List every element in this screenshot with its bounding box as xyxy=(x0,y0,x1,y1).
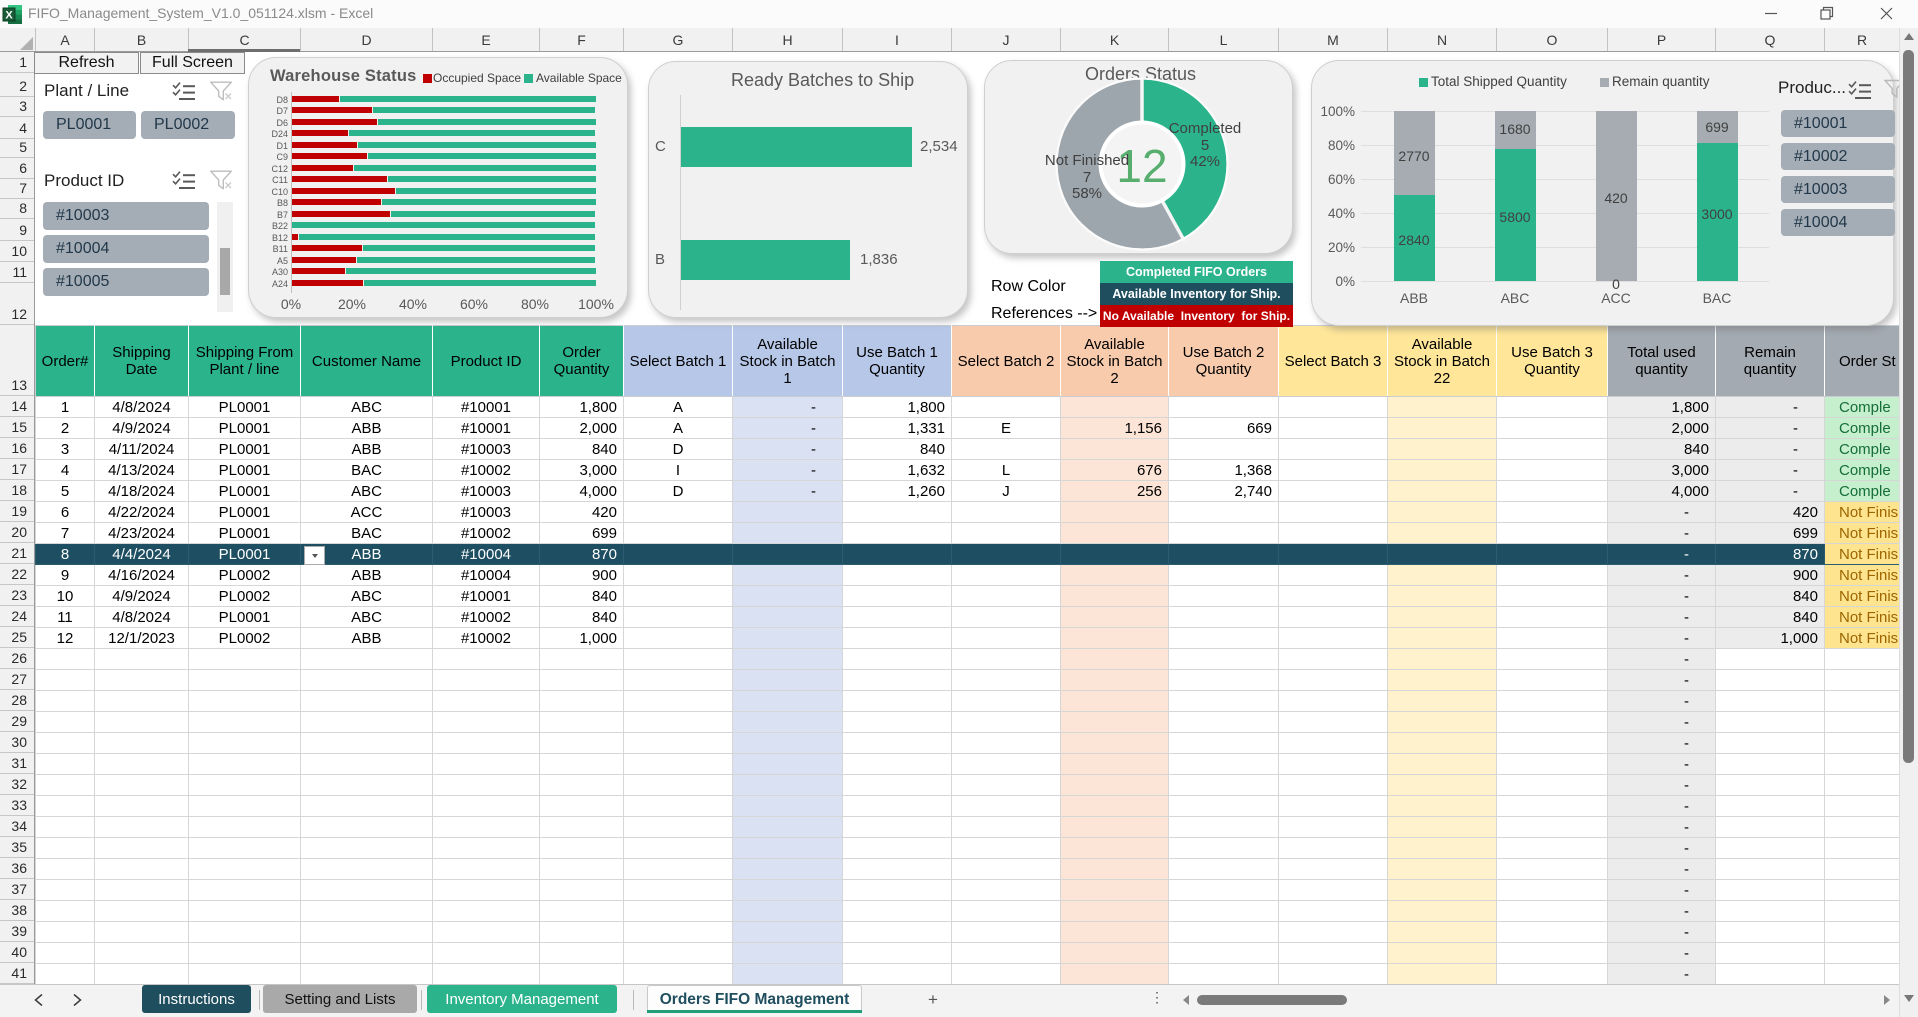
svg-text:X: X xyxy=(5,10,13,22)
